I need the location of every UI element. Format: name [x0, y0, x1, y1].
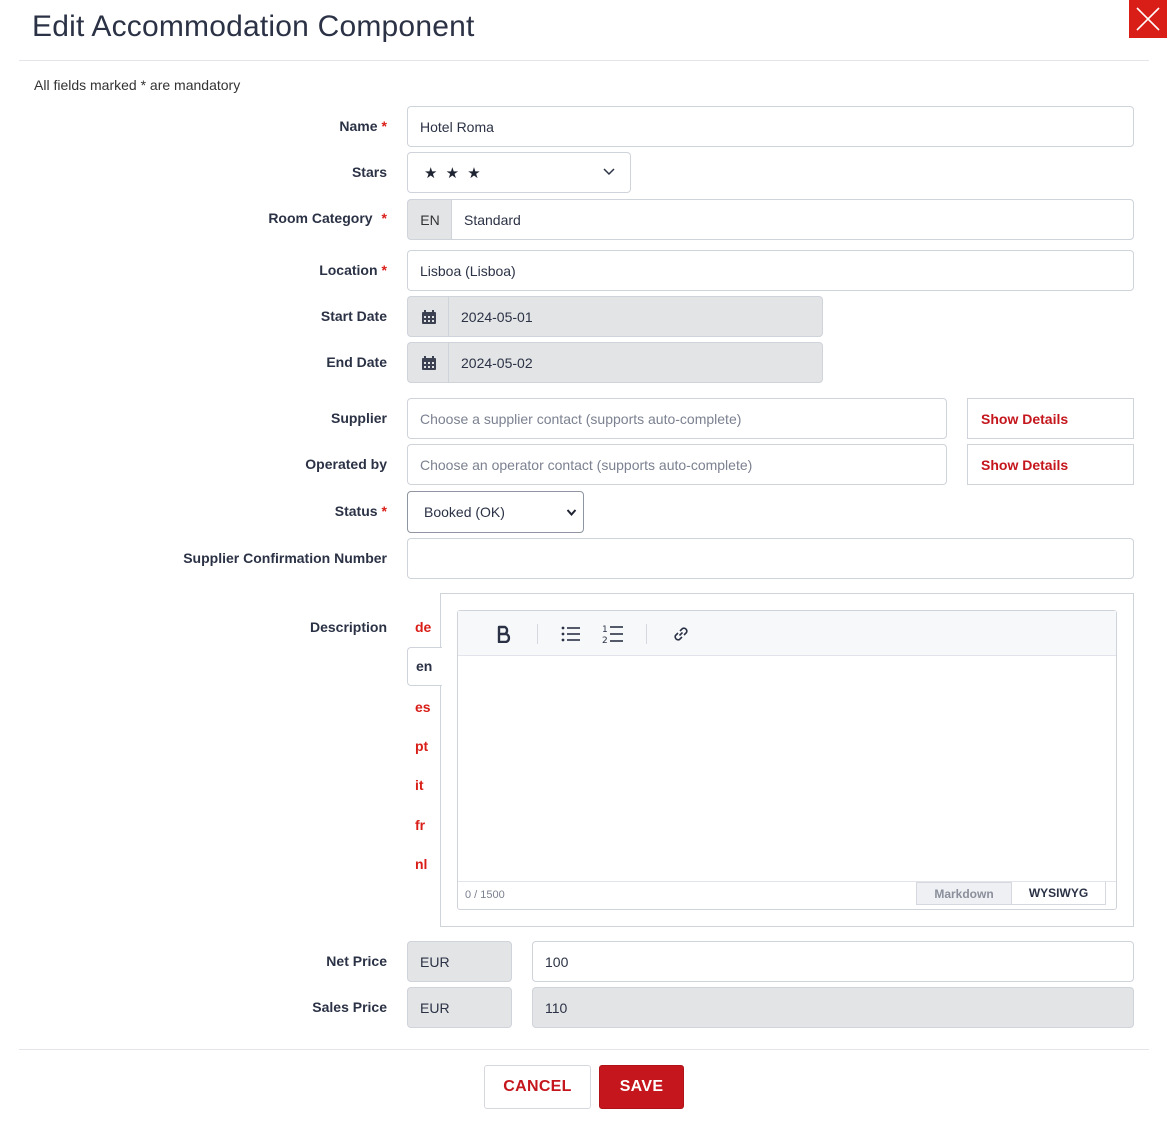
mandatory-note: All fields marked * are mandatory: [34, 77, 241, 93]
start-date-value: 2024-05-01: [461, 308, 533, 325]
status-value: Booked (OK): [424, 504, 505, 520]
room-category-label: Room Category *: [268, 210, 387, 226]
room-category-lang-addon: EN: [407, 199, 452, 240]
stars-select[interactable]: ★ ★ ★: [407, 152, 631, 193]
supplier-label: Supplier: [330, 410, 387, 426]
wysiwyg-mode-tab[interactable]: WYSIWYG: [1012, 882, 1106, 905]
end-date-value: 2024-05-02: [461, 354, 533, 371]
net-price-value: 100: [545, 953, 569, 970]
calendar-icon: [421, 355, 436, 370]
status-label: Status *: [334, 503, 387, 519]
lang-tab-es[interactable]: es: [415, 699, 431, 715]
bullet-list-icon[interactable]: [561, 625, 581, 643]
sales-price-input[interactable]: 110: [532, 987, 1134, 1028]
net-price-currency-value: EUR: [420, 953, 450, 970]
sales-price-currency-value: EUR: [420, 999, 450, 1016]
modal-title: Edit Accommodation Component: [32, 10, 475, 43]
end-date-input[interactable]: 2024-05-02: [448, 342, 823, 383]
name-value: Hotel Roma: [420, 118, 494, 135]
lang-tab-fr[interactable]: fr: [415, 817, 425, 833]
markdown-mode-tab[interactable]: Markdown: [916, 882, 1012, 905]
required-mark: *: [381, 118, 387, 134]
lang-tab-de[interactable]: de: [415, 619, 431, 635]
chevron-down-icon: [603, 168, 615, 176]
lang-tab-pt[interactable]: pt: [415, 738, 428, 754]
operated-by-label: Operated by: [305, 456, 387, 472]
close-icon: [1136, 7, 1160, 31]
name-input[interactable]: Hotel Roma: [407, 106, 1134, 147]
supplier-show-details-button[interactable]: Show Details: [967, 398, 1134, 439]
name-label: Name *: [339, 118, 387, 134]
save-button[interactable]: SAVE: [599, 1065, 684, 1109]
stars-label: Stars: [351, 164, 387, 180]
net-price-label: Net Price: [326, 953, 387, 969]
net-price-currency[interactable]: EUR: [407, 941, 512, 982]
end-date-calendar-button[interactable]: [407, 342, 449, 383]
supplier-confirmation-input[interactable]: [407, 538, 1134, 579]
svg-text:1: 1: [602, 625, 608, 635]
start-date-calendar-button[interactable]: [407, 296, 449, 337]
sales-price-label: Sales Price: [312, 999, 387, 1015]
start-date-input[interactable]: 2024-05-01: [448, 296, 823, 337]
close-button[interactable]: [1129, 0, 1167, 38]
sales-price-currency[interactable]: EUR: [407, 987, 512, 1028]
editor-toolbar: [458, 611, 1116, 656]
char-counter: 0 / 1500: [465, 889, 505, 901]
lang-tab-en[interactable]: en: [416, 658, 432, 674]
header-divider: [19, 60, 1149, 61]
description-label: Description: [309, 619, 387, 635]
lang-tab-it[interactable]: it: [415, 777, 424, 793]
svg-text:2: 2: [602, 636, 608, 645]
sales-price-value: 110: [545, 999, 568, 1016]
end-date-label: End Date: [326, 354, 387, 370]
chevron-down-icon: [566, 509, 577, 517]
required-mark: *: [381, 210, 387, 226]
toolbar-separator: [537, 624, 538, 644]
location-input[interactable]: Lisboa (Lisboa): [407, 250, 1134, 291]
stars-value: ★ ★ ★: [424, 164, 483, 182]
location-label: Location *: [319, 262, 387, 278]
start-date-label: Start Date: [320, 308, 387, 324]
required-mark: *: [381, 262, 387, 278]
cancel-button[interactable]: CANCEL: [484, 1065, 591, 1109]
room-category-value: Standard: [464, 211, 521, 228]
required-mark: *: [381, 503, 387, 519]
operated-by-input[interactable]: Choose an operator contact (supports aut…: [407, 444, 947, 485]
supplier-input[interactable]: Choose a supplier contact (supports auto…: [407, 398, 947, 439]
room-category-input[interactable]: Standard: [451, 199, 1134, 240]
calendar-icon: [421, 309, 436, 324]
footer-divider: [19, 1049, 1149, 1050]
lang-tab-nl[interactable]: nl: [415, 856, 427, 872]
toolbar-separator: [646, 624, 647, 644]
net-price-input[interactable]: 100: [532, 941, 1134, 982]
operated-by-placeholder: Choose an operator contact (supports aut…: [420, 456, 753, 473]
operator-show-details-button[interactable]: Show Details: [967, 444, 1134, 485]
supplier-confirmation-label: Supplier Confirmation Number: [183, 550, 387, 566]
numbered-list-icon[interactable]: 1 2: [602, 623, 624, 645]
supplier-placeholder: Choose a supplier contact (supports auto…: [420, 410, 742, 427]
link-icon[interactable]: [671, 624, 691, 644]
status-select[interactable]: Booked (OK): [407, 491, 584, 533]
bold-icon[interactable]: [496, 625, 512, 643]
location-value: Lisboa (Lisboa): [420, 262, 516, 279]
